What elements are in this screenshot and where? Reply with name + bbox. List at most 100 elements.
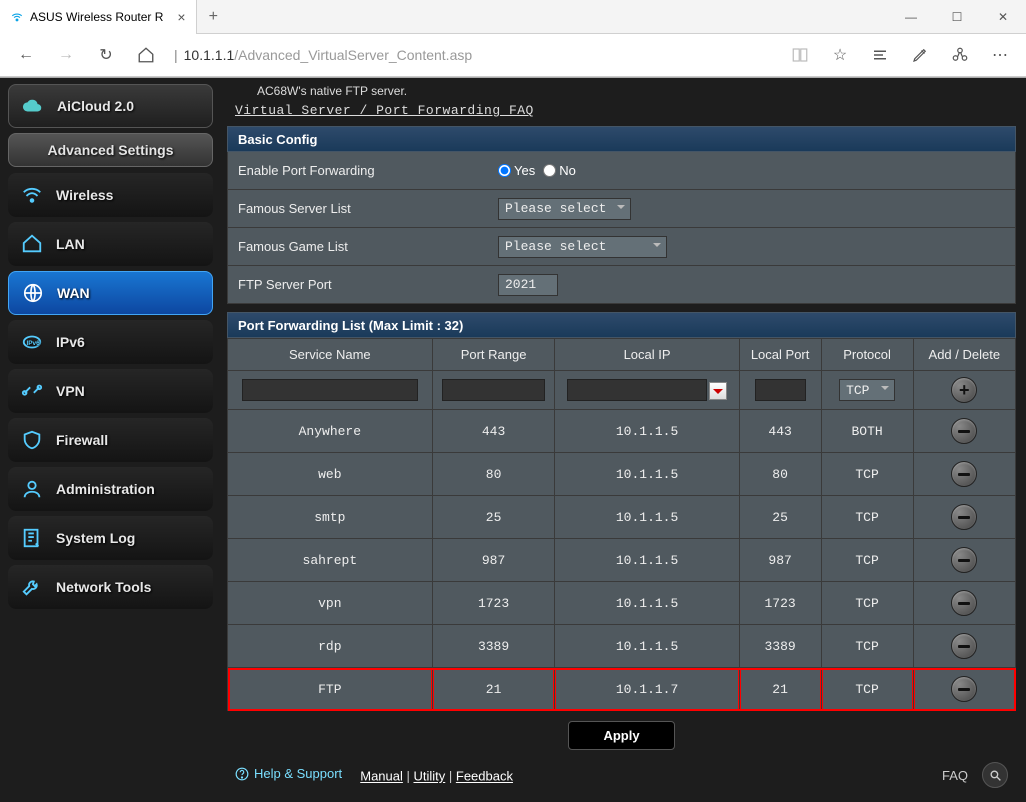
radio-yes[interactable]: Yes [498, 163, 535, 178]
svg-text:IPv6: IPv6 [27, 340, 41, 347]
radio-no[interactable]: No [543, 163, 576, 178]
favorite-icon[interactable]: ☆ [820, 35, 860, 75]
cell-local-ip: 10.1.1.5 [555, 539, 739, 582]
hub-icon[interactable] [860, 35, 900, 75]
input-port-range[interactable] [442, 379, 544, 401]
more-icon[interactable]: ⋯ [980, 35, 1020, 75]
cell-port-range: 3389 [432, 625, 555, 668]
col-add-delete: Add / Delete [913, 339, 1015, 371]
input-local-ip[interactable] [567, 379, 707, 401]
famous-server-select[interactable]: Please select [498, 198, 631, 220]
cell-service: sahrept [228, 539, 433, 582]
refresh-button[interactable]: ↻ [86, 35, 126, 75]
utility-link[interactable]: Utility [413, 769, 445, 784]
sidebar-item-vpn[interactable]: VPN [8, 369, 213, 413]
wifi-icon [20, 183, 44, 207]
input-service-name[interactable] [242, 379, 418, 401]
basic-config-header: Basic Config [227, 126, 1016, 152]
port-forwarding-table: Service Name Port Range Local IP Local P… [227, 338, 1016, 711]
cell-service: vpn [228, 582, 433, 625]
cell-protocol: TCP [821, 668, 913, 711]
manual-link[interactable]: Manual [360, 769, 403, 784]
maximize-button[interactable]: ☐ [934, 0, 980, 34]
cell-protocol: TCP [821, 496, 913, 539]
cell-service: FTP [228, 668, 433, 711]
close-icon[interactable]: × [177, 9, 185, 25]
new-tab-button[interactable]: + [197, 8, 230, 26]
sidebar-item-aicloud[interactable]: AiCloud 2.0 [8, 84, 213, 128]
cell-protocol: BOTH [821, 410, 913, 453]
delete-button[interactable] [951, 418, 977, 444]
address-bar[interactable]: | 10.1.1.1/Advanced_VirtualServer_Conten… [166, 41, 780, 69]
url-path: /Advanced_VirtualServer_Content.asp [234, 47, 472, 63]
minimize-button[interactable]: — [888, 0, 934, 34]
sidebar-item-administration[interactable]: Administration [8, 467, 213, 511]
help-icon [235, 767, 249, 781]
cell-protocol: TCP [821, 582, 913, 625]
cell-service: smtp [228, 496, 433, 539]
sidebar-item-wan[interactable]: WAN [8, 271, 213, 315]
delete-button[interactable] [951, 590, 977, 616]
sidebar-item-firewall[interactable]: Firewall [8, 418, 213, 462]
cell-local-port: 3389 [739, 625, 821, 668]
table-row: Anywhere44310.1.1.5443BOTH [228, 410, 1016, 453]
vpn-icon [20, 379, 44, 403]
cell-local-ip: 10.1.1.5 [555, 453, 739, 496]
notes-icon[interactable] [900, 35, 940, 75]
apply-button[interactable]: Apply [568, 721, 674, 750]
table-row: smtp2510.1.1.525TCP [228, 496, 1016, 539]
help-support[interactable]: Help & Support [235, 766, 342, 781]
browser-chrome: ASUS Wireless Router R × + — ☐ ✕ ← → ↻ |… [0, 0, 1026, 77]
col-service-name: Service Name [228, 339, 433, 371]
search-icon[interactable] [982, 762, 1008, 788]
ftp-port-label: FTP Server Port [228, 277, 488, 292]
cell-protocol: TCP [821, 453, 913, 496]
sidebar-section-header: Advanced Settings [8, 133, 213, 167]
cell-local-port: 25 [739, 496, 821, 539]
input-local-port[interactable] [755, 379, 806, 401]
ipv6-icon: IPv6 [20, 330, 44, 354]
cell-port-range: 443 [432, 410, 555, 453]
sidebar-item-network-tools[interactable]: Network Tools [8, 565, 213, 609]
share-icon[interactable] [940, 35, 980, 75]
delete-button[interactable] [951, 547, 977, 573]
faq-label[interactable]: FAQ [942, 768, 968, 783]
famous-game-label: Famous Game List [228, 239, 488, 254]
delete-button[interactable] [951, 461, 977, 487]
famous-game-select[interactable]: Please select [498, 236, 667, 258]
cell-service: web [228, 453, 433, 496]
main-content: AC68W's native FTP server. Virtual Serve… [221, 78, 1026, 802]
ftp-port-input[interactable] [498, 274, 558, 296]
cell-service: rdp [228, 625, 433, 668]
browser-tab[interactable]: ASUS Wireless Router R × [0, 0, 197, 34]
faq-link[interactable]: Virtual Server / Port Forwarding FAQ [227, 103, 534, 118]
back-button[interactable]: ← [6, 35, 46, 75]
delete-button[interactable] [951, 504, 977, 530]
cell-local-port: 21 [739, 668, 821, 711]
user-icon [20, 477, 44, 501]
delete-button[interactable] [951, 633, 977, 659]
forward-button[interactable]: → [46, 35, 86, 75]
reader-icon[interactable] [780, 35, 820, 75]
cell-protocol: TCP [821, 625, 913, 668]
home-button[interactable] [126, 35, 166, 75]
add-button[interactable] [951, 377, 977, 403]
feedback-link[interactable]: Feedback [456, 769, 513, 784]
sidebar: AiCloud 2.0 Advanced Settings Wireless L… [0, 78, 221, 802]
famous-server-label: Famous Server List [228, 201, 488, 216]
sidebar-item-lan[interactable]: LAN [8, 222, 213, 266]
ip-dropdown-button[interactable] [709, 382, 727, 400]
sidebar-item-system-log[interactable]: System Log [8, 516, 213, 560]
table-row: sahrept98710.1.1.5987TCP [228, 539, 1016, 582]
delete-button[interactable] [951, 676, 977, 702]
col-local-port: Local Port [739, 339, 821, 371]
col-port-range: Port Range [432, 339, 555, 371]
close-window-button[interactable]: ✕ [980, 0, 1026, 34]
cloud-icon [21, 94, 45, 118]
sidebar-item-wireless[interactable]: Wireless [8, 173, 213, 217]
cell-port-range: 25 [432, 496, 555, 539]
table-row: rdp338910.1.1.53389TCP [228, 625, 1016, 668]
log-icon [20, 526, 44, 550]
sidebar-item-ipv6[interactable]: IPv6 IPv6 [8, 320, 213, 364]
protocol-select[interactable]: TCP [839, 379, 895, 401]
